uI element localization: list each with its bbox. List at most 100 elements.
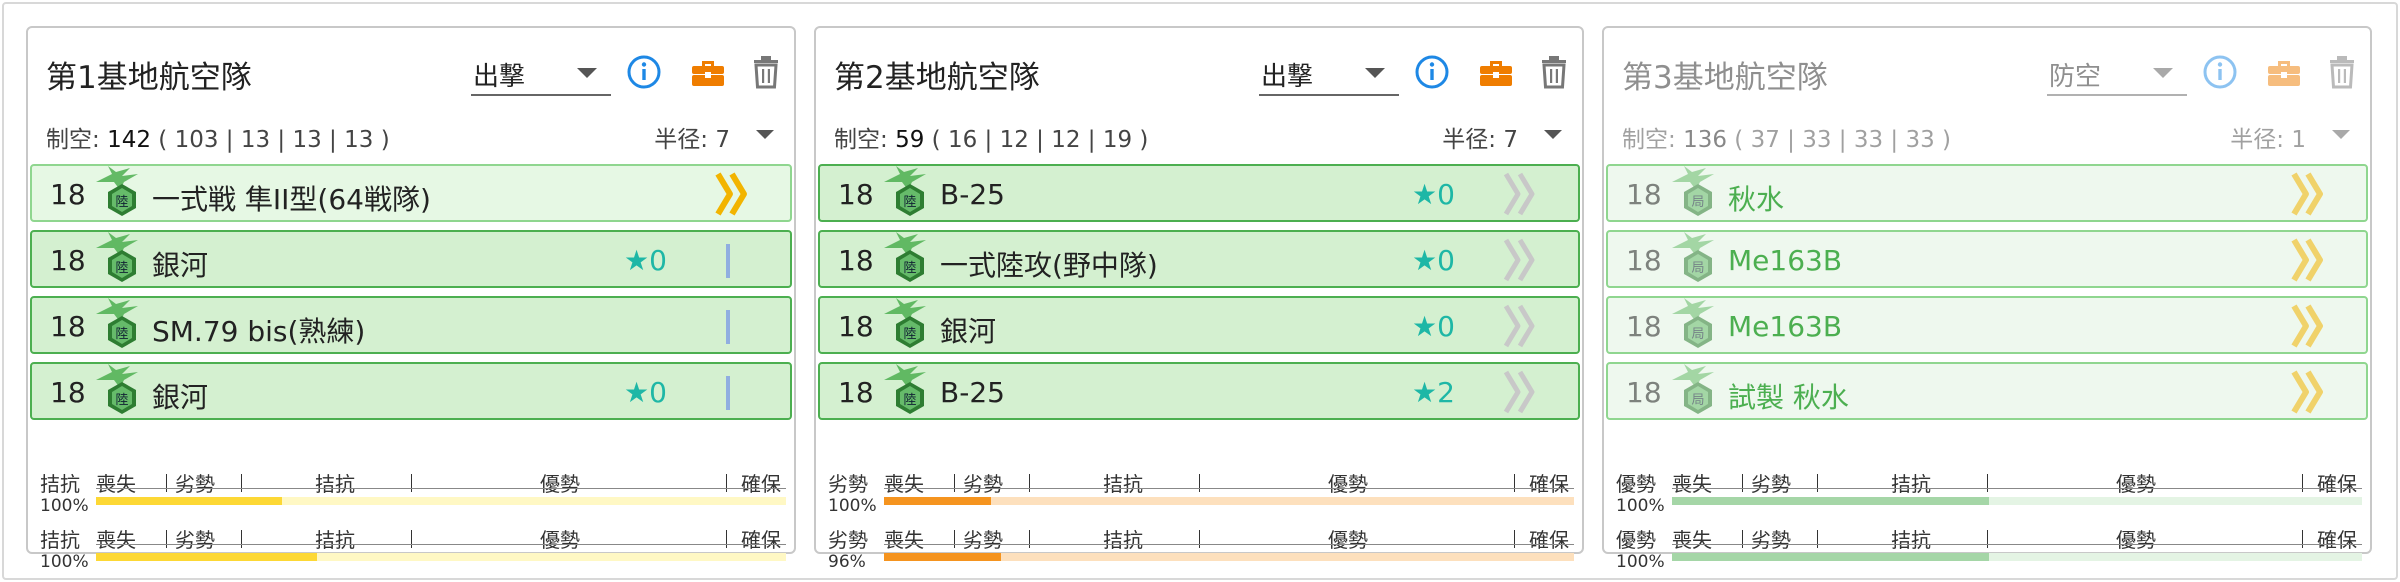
aircraft-slot[interactable]: 18 陸 B-25 ★0 (818, 164, 1580, 222)
aircraft-name[interactable]: 銀河 (940, 310, 996, 350)
info-icon[interactable] (624, 52, 664, 92)
aircraft-name[interactable]: B-25 (940, 178, 1005, 211)
aircraft-name[interactable]: Me163B (1728, 310, 1842, 343)
aircraft-slot[interactable]: 18 局 試製 秋水 (1606, 362, 2368, 420)
aircraft-slot[interactable]: 18 局 秋水 (1606, 164, 2368, 222)
proficiency-icon[interactable] (1500, 302, 1544, 350)
improvement-value: 0 (1437, 310, 1455, 343)
slot-count[interactable]: 18 (1626, 376, 1662, 409)
aircraft-name[interactable]: 銀河 (152, 376, 208, 416)
briefcase-icon[interactable] (688, 52, 728, 92)
air-state-percent: 100% (1616, 496, 1665, 516)
improvement-value: 0 (1437, 244, 1455, 277)
info-icon[interactable] (1412, 52, 1452, 92)
aircraft-slot[interactable]: 18 陸 B-25 ★2 (818, 362, 1580, 420)
proficiency-icon[interactable] (712, 170, 756, 218)
air-state-track (884, 553, 1574, 561)
base-panel-1: 第1基地航空隊 出撃 制空: 142 ( 103 | 13 | 13 | 13 … (26, 26, 796, 572)
scale-label: 拮抗 (315, 472, 355, 496)
air-state-row: 拮抗 100% 喪失 劣勢 拮抗 優勢 確保 (28, 524, 794, 580)
air-state-row: 劣勢 100% 喪失 劣勢 拮抗 優勢 確保 (816, 468, 1582, 524)
proficiency-icon[interactable] (712, 302, 756, 350)
aircraft-name[interactable]: 秋水 (1728, 178, 1784, 218)
proficiency-icon[interactable] (2288, 302, 2332, 350)
svg-text:陸: 陸 (903, 392, 916, 408)
slot-count[interactable]: 18 (838, 376, 874, 409)
aircraft-slot[interactable]: 18 陸 一式陸攻(野中隊) ★0 (818, 230, 1580, 288)
slot-count[interactable]: 18 (1626, 178, 1662, 211)
aircraft-slot[interactable]: 18 陸 SM.79 bis(熟練) (30, 296, 792, 354)
army-fighter-icon: 陸 (92, 230, 148, 286)
proficiency-icon[interactable] (1500, 236, 1544, 284)
slot-count[interactable]: 18 (50, 178, 86, 211)
slot-count[interactable]: 18 (838, 310, 874, 343)
air-state-track (884, 497, 1574, 505)
panel-title: 第3基地航空隊 (1622, 60, 1828, 96)
trash-icon[interactable] (1534, 52, 1574, 92)
scale-tick (1987, 530, 1988, 548)
air-state-track (96, 553, 786, 561)
slot-count[interactable]: 18 (838, 178, 874, 211)
proficiency-icon[interactable] (1500, 170, 1544, 218)
radius-select[interactable]: 半径: 7 (1442, 120, 1562, 154)
proficiency-icon[interactable] (712, 368, 756, 416)
aircraft-slot[interactable]: 18 局 Me163B (1606, 296, 2368, 354)
air-state-track (96, 497, 786, 505)
trash-icon[interactable] (2322, 52, 2362, 92)
proficiency-icon[interactable] (712, 236, 756, 284)
proficiency-icon[interactable] (1500, 368, 1544, 416)
slot-count[interactable]: 18 (838, 244, 874, 277)
scale-tick (954, 474, 955, 492)
scale-baseline (96, 544, 786, 545)
air-state-scale: 喪失 劣勢 拮抗 優勢 確保 (884, 468, 1574, 496)
panel-title: 第2基地航空隊 (834, 60, 1040, 96)
aircraft-name[interactable]: SM.79 bis(熟練) (152, 310, 365, 350)
aircraft-name[interactable]: B-25 (940, 376, 1005, 409)
air-state-percent: 100% (40, 496, 89, 516)
aircraft-name[interactable]: 一式陸攻(野中隊) (940, 244, 1158, 284)
radius-select[interactable]: 半径: 7 (654, 120, 774, 154)
slot-count[interactable]: 18 (1626, 244, 1662, 277)
info-icon[interactable] (2200, 52, 2240, 92)
scale-baseline (884, 488, 1574, 489)
mode-select[interactable]: 出撃 (1259, 52, 1399, 96)
air-state-percent: 100% (40, 552, 89, 572)
slot-count[interactable]: 18 (50, 244, 86, 277)
proficiency-icon[interactable] (2288, 170, 2332, 218)
svg-text:局: 局 (1691, 195, 1704, 210)
aircraft-slot[interactable]: 18 陸 銀河 ★0 (818, 296, 1580, 354)
army-fighter-icon: 陸 (880, 164, 936, 220)
chevron-down-icon (1365, 68, 1385, 78)
mode-select[interactable]: 出撃 (471, 52, 611, 96)
briefcase-icon[interactable] (2264, 52, 2304, 92)
aircraft-slot[interactable]: 18 局 Me163B (1606, 230, 2368, 288)
scale-tick (1029, 530, 1030, 548)
scale-tick (2302, 474, 2303, 492)
aircraft-name[interactable]: 銀河 (152, 244, 208, 284)
briefcase-icon[interactable] (1476, 52, 1516, 92)
aircraft-name[interactable]: 試製 秋水 (1728, 376, 1849, 416)
scale-label: 拮抗 (1103, 472, 1143, 496)
trash-icon[interactable] (746, 52, 786, 92)
scale-tick (1029, 474, 1030, 492)
scale-label: 確保 (741, 472, 781, 496)
proficiency-icon[interactable] (2288, 236, 2332, 284)
svg-text:陸: 陸 (903, 326, 916, 342)
mode-select[interactable]: 防空 (2047, 52, 2187, 96)
air-state-scale: 喪失 劣勢 拮抗 優勢 確保 (96, 524, 786, 552)
scale-label: 劣勢 (1751, 472, 1791, 496)
aircraft-name[interactable]: Me163B (1728, 244, 1842, 277)
slot-count[interactable]: 18 (50, 376, 86, 409)
air-state-scale: 喪失 劣勢 拮抗 優勢 確保 (884, 524, 1574, 552)
radius-select[interactable]: 半径: 1 (2230, 120, 2350, 154)
proficiency-icon[interactable] (2288, 368, 2332, 416)
army-fighter-icon: 陸 (92, 164, 148, 220)
slot-count[interactable]: 18 (50, 310, 86, 343)
base-panel-3: 第3基地航空隊 防空 制空: 136 ( 37 | 33 | 33 | 33 )… (1602, 26, 2372, 572)
slot-count[interactable]: 18 (1626, 310, 1662, 343)
aircraft-slot[interactable]: 18 陸 銀河 ★0 (30, 362, 792, 420)
aircraft-slot[interactable]: 18 陸 一式戦 隼II型(64戦隊) (30, 164, 792, 222)
aircraft-name[interactable]: 一式戦 隼II型(64戦隊) (152, 178, 431, 218)
aircraft-slot[interactable]: 18 陸 銀河 ★0 (30, 230, 792, 288)
scale-label: 喪失 (1672, 528, 1712, 552)
